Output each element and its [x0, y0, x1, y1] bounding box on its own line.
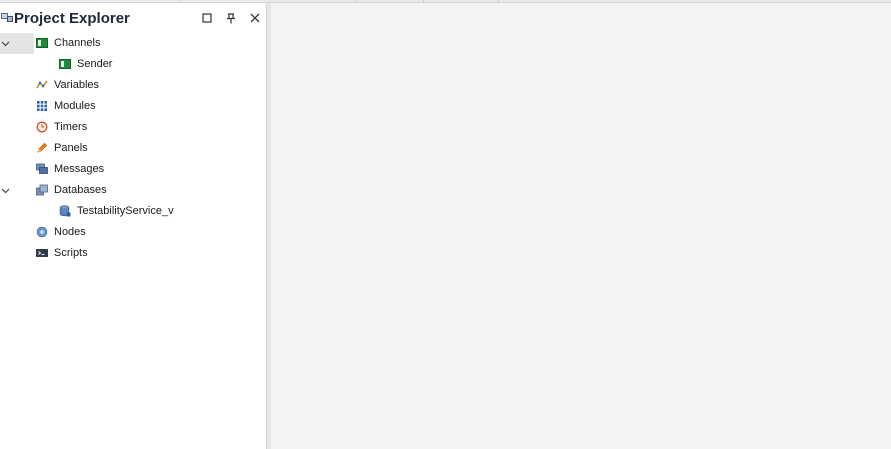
project-tree: Channels Sender Variables Modules Timers… — [0, 33, 266, 264]
tree-item-channels[interactable]: Channels — [0, 33, 266, 54]
chevron-down-icon[interactable] — [0, 38, 11, 49]
tree-item-label: Messages — [54, 163, 105, 175]
square-icon — [202, 13, 212, 23]
tree-item-databases[interactable]: Databases — [0, 180, 266, 201]
tree-item-label: Timers — [54, 121, 88, 133]
tree-item-label: Panels — [54, 142, 88, 154]
tree-item-panels[interactable]: Panels — [0, 138, 266, 159]
variables-icon — [36, 80, 48, 89]
tree-item-scripts[interactable]: Scripts — [0, 243, 266, 264]
pin-button[interactable] — [224, 11, 238, 25]
tree-item-sender[interactable]: Sender — [0, 54, 266, 75]
close-icon — [250, 13, 260, 23]
close-button[interactable] — [248, 11, 262, 25]
panel-title: Project Explorer — [14, 10, 130, 27]
tree-item-label: Sender — [77, 58, 113, 70]
tree-item-modules[interactable]: Modules — [0, 96, 266, 117]
node-icon — [36, 226, 48, 238]
modules-grid-icon — [37, 101, 47, 111]
tree-item-variables[interactable]: Variables — [0, 75, 266, 96]
tree-item-testabilityservice[interactable]: TestabilityService_v — [0, 201, 266, 222]
tree-item-label: Nodes — [54, 226, 86, 238]
pencil-icon — [37, 142, 48, 153]
project-explorer-panel: Project Explorer Channels Sender Variabl… — [0, 3, 267, 449]
channel-icon — [36, 38, 48, 48]
tree-item-label: TestabilityService_v — [77, 205, 174, 217]
panel-header: Project Explorer — [0, 3, 266, 33]
tree-item-nodes[interactable]: Nodes — [0, 222, 266, 243]
tree-item-label: Channels — [54, 37, 101, 49]
channel-icon — [59, 59, 71, 69]
maximize-button[interactable] — [200, 11, 214, 25]
tree-item-messages[interactable]: Messages — [0, 159, 266, 180]
pin-icon — [227, 12, 235, 23]
messages-icon — [36, 163, 48, 174]
tree-item-label: Modules — [54, 100, 96, 112]
clock-icon — [36, 121, 48, 133]
database-stack-icon — [36, 184, 48, 196]
chevron-down-icon[interactable] — [0, 185, 11, 196]
project-explorer-icon — [1, 12, 13, 26]
tree-item-label: Variables — [54, 79, 100, 91]
script-icon — [36, 249, 48, 257]
editor-area — [271, 3, 891, 449]
database-icon — [59, 205, 71, 217]
tree-item-label: Scripts — [54, 247, 88, 259]
tree-item-label: Databases — [54, 184, 107, 196]
tree-item-timers[interactable]: Timers — [0, 117, 266, 138]
